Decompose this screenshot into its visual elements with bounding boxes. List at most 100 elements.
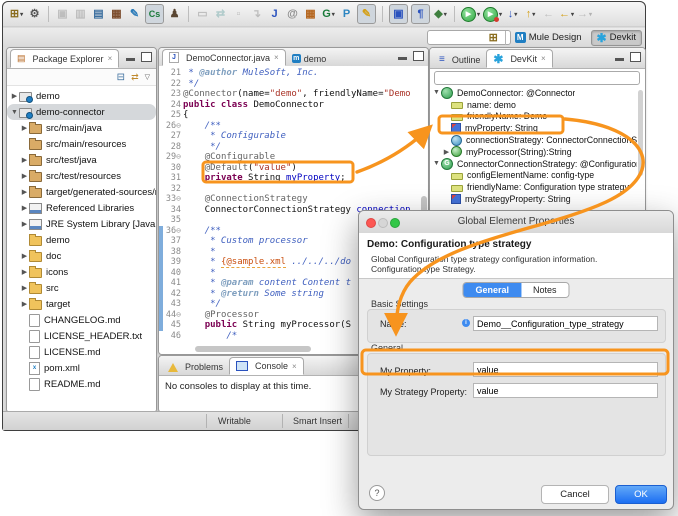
tab-general[interactable]: General bbox=[463, 283, 521, 297]
close-icon[interactable]: × bbox=[541, 54, 546, 63]
highlighter-icon[interactable]: ✎ bbox=[357, 4, 376, 24]
expand-arrow-icon[interactable]: ▶ bbox=[20, 268, 29, 276]
tab-outline[interactable]: ≡ Outline bbox=[433, 51, 486, 68]
devkit-item-connectionstrategy-connectorconnectionst[interactable]: connectionStrategy: ConnectorConnectionS… bbox=[430, 134, 637, 146]
expand-arrow-icon[interactable]: ▶ bbox=[20, 300, 29, 308]
code-line-33[interactable]: 33⊖ @ConnectionStrategy bbox=[159, 194, 428, 205]
ok-button[interactable]: OK bbox=[615, 485, 667, 504]
dropdown-arrow-icon[interactable]: ▾ bbox=[514, 11, 517, 18]
mark-occurrences-icon[interactable]: ▣ bbox=[389, 4, 408, 24]
help-button[interactable]: ? bbox=[369, 485, 385, 501]
pkg-item-icons[interactable]: ▶icons bbox=[7, 264, 156, 280]
view-menu-icon[interactable]: ▽ bbox=[145, 73, 150, 81]
snapshot-icon[interactable]: ▦ bbox=[109, 5, 124, 23]
code-line-27[interactable]: 27 * Configurable bbox=[159, 131, 428, 142]
push-icon[interactable]: ↑▾ bbox=[523, 5, 538, 23]
mule-edit-icon[interactable]: ✎ bbox=[127, 5, 142, 23]
tab-problems[interactable]: Problems bbox=[162, 359, 229, 375]
code-line-31[interactable]: 31 private String myProperty; bbox=[159, 173, 428, 184]
pkg-item-target-generated-sources-mule[interactable]: ▶target/generated-sources/mule bbox=[7, 184, 156, 200]
generate-icon[interactable]: G▾ bbox=[321, 5, 336, 23]
code-line-25[interactable]: 25{ bbox=[159, 110, 428, 121]
dropdown-arrow-icon[interactable]: ▾ bbox=[589, 11, 592, 18]
collapse-arrow-icon[interactable]: ▼ bbox=[432, 160, 441, 167]
dropdown-arrow-icon[interactable]: ▾ bbox=[532, 11, 535, 18]
dropdown-arrow-icon[interactable]: ▾ bbox=[571, 11, 574, 18]
tab-devkit[interactable]: ✱ DevKit × bbox=[486, 49, 552, 68]
dropdown-arrow-icon[interactable]: ▾ bbox=[444, 11, 447, 18]
editor-horizontal-scrollbar[interactable] bbox=[195, 346, 311, 352]
devkit-item-democonnector-connector[interactable]: ▼DemoConnector: @Connector bbox=[430, 87, 637, 99]
run-icon[interactable]: ▶▾ bbox=[461, 5, 480, 23]
collapse-arrow-icon[interactable]: ▼ bbox=[10, 109, 19, 116]
pkg-item-jre-system-library-java-se-7[interactable]: ▶JRE System Library [Java SE 7 bbox=[7, 216, 156, 232]
dropdown-arrow-icon[interactable]: ▾ bbox=[499, 11, 502, 18]
javadoc-icon[interactable]: J bbox=[267, 5, 282, 23]
expand-arrow-icon[interactable]: ▶ bbox=[20, 220, 29, 228]
user-lock-icon[interactable]: ♟ bbox=[167, 5, 182, 23]
maximize-icon[interactable] bbox=[630, 52, 641, 62]
fold-icon[interactable]: ⊖ bbox=[176, 226, 181, 235]
pkg-item-src-test-java[interactable]: ▶src/test/java bbox=[7, 152, 156, 168]
minimize-icon[interactable] bbox=[126, 58, 135, 61]
dropdown-arrow-icon[interactable]: ▾ bbox=[20, 11, 23, 18]
palette-icon[interactable]: ▦ bbox=[303, 5, 318, 23]
print-icon[interactable]: ▤ bbox=[91, 5, 106, 23]
tab-console[interactable]: Console × bbox=[229, 357, 304, 375]
pkg-item-target[interactable]: ▶target bbox=[7, 296, 156, 312]
name-field[interactable] bbox=[473, 316, 658, 331]
tab-package-explorer[interactable]: ▤ Package Explorer × bbox=[10, 49, 119, 68]
close-icon[interactable]: × bbox=[292, 362, 297, 371]
devkit-item-friendlyname-demo[interactable]: friendlyName: Demo bbox=[430, 111, 637, 123]
pkg-item-doc[interactable]: ▶doc bbox=[7, 248, 156, 264]
devkit-item-connectorconnectionstrategy-configuratio[interactable]: ▼GConnectorConnectionStrategy: @Configur… bbox=[430, 158, 637, 170]
pkg-item-pom-xml[interactable]: xpom.xml bbox=[7, 360, 156, 376]
code-line-32[interactable]: 32 bbox=[159, 184, 428, 195]
pull-icon[interactable]: ↓▾ bbox=[505, 5, 520, 23]
expand-arrow-icon[interactable]: ▶ bbox=[20, 156, 29, 164]
devkit-item-configelementname-config-type[interactable]: configElementName: config-type bbox=[430, 170, 637, 182]
cancel-button[interactable]: Cancel bbox=[541, 485, 609, 504]
code-line-23[interactable]: 23@Connector(name="demo", friendlyName="… bbox=[159, 89, 428, 100]
my-strategy-property-field[interactable] bbox=[473, 383, 658, 398]
perspective-mule-design[interactable]: M Mule Design bbox=[510, 31, 587, 44]
tab-demo[interactable]: m demo bbox=[286, 51, 333, 66]
devkit-item-friendlyname-configuration-type-strategy[interactable]: friendlyName: Configuration type strateg… bbox=[430, 181, 637, 193]
expand-arrow-icon[interactable]: ▶ bbox=[20, 172, 29, 180]
dropdown-arrow-icon[interactable]: ▾ bbox=[332, 11, 335, 18]
minimize-icon[interactable] bbox=[615, 58, 624, 61]
tab-democonnector-java[interactable]: J DemoConnector.java × bbox=[162, 49, 286, 66]
whitespace-icon[interactable]: ¶ bbox=[411, 4, 430, 24]
collapse-arrow-icon[interactable]: ▼ bbox=[432, 89, 441, 96]
plugin-icon[interactable]: P bbox=[339, 5, 354, 23]
minimize-icon[interactable] bbox=[398, 57, 407, 60]
code-line-22[interactable]: 22 */ bbox=[159, 79, 428, 90]
link-with-editor-icon[interactable]: ⇄ bbox=[131, 72, 139, 83]
close-icon[interactable]: × bbox=[274, 53, 279, 62]
pkg-item-src-test-resources[interactable]: ▶src/test/resources bbox=[7, 168, 156, 184]
pkg-item-license-header-txt[interactable]: LICENSE_HEADER.txt bbox=[7, 328, 156, 344]
code-line-24[interactable]: 24public class DemoConnector bbox=[159, 100, 428, 111]
my-property-field[interactable] bbox=[473, 362, 658, 377]
pkg-item-readme-md[interactable]: README.md bbox=[7, 376, 156, 392]
code-line-28[interactable]: 28 */ bbox=[159, 142, 428, 153]
devkit-item-name-demo[interactable]: name: demo bbox=[430, 99, 637, 111]
dialog-titlebar[interactable]: Global Element Properties bbox=[359, 211, 673, 234]
expand-arrow-icon[interactable]: ▶ bbox=[20, 252, 29, 260]
maximize-icon[interactable] bbox=[413, 51, 424, 61]
code-line-21[interactable]: 21 * @author MuleSoft, Inc. bbox=[159, 68, 428, 79]
pkg-item-src[interactable]: ▶src bbox=[7, 280, 156, 296]
collapse-all-icon[interactable]: ⊟ bbox=[117, 72, 125, 83]
devkit-scrollbar-thumb[interactable] bbox=[638, 90, 643, 176]
pkg-item-demo[interactable]: demo bbox=[7, 232, 156, 248]
cs-toggle-icon[interactable]: Cs bbox=[145, 4, 164, 24]
pkg-item-demo-connector[interactable]: ▼demo-connector bbox=[7, 104, 156, 120]
back-alt-icon[interactable]: ←▾ bbox=[559, 5, 574, 23]
close-icon[interactable]: × bbox=[108, 54, 113, 63]
pkg-item-demo[interactable]: ▶demo bbox=[7, 88, 156, 104]
perspective-devkit[interactable]: ✱ Devkit bbox=[591, 30, 642, 46]
maximize-icon[interactable] bbox=[141, 52, 152, 62]
pkg-item-license-md[interactable]: LICENSE.md bbox=[7, 344, 156, 360]
devkit-item-mystrategyproperty-string[interactable]: myStrategyProperty: String bbox=[430, 193, 637, 205]
code-line-29[interactable]: 29⊖ @Configurable bbox=[159, 152, 428, 163]
